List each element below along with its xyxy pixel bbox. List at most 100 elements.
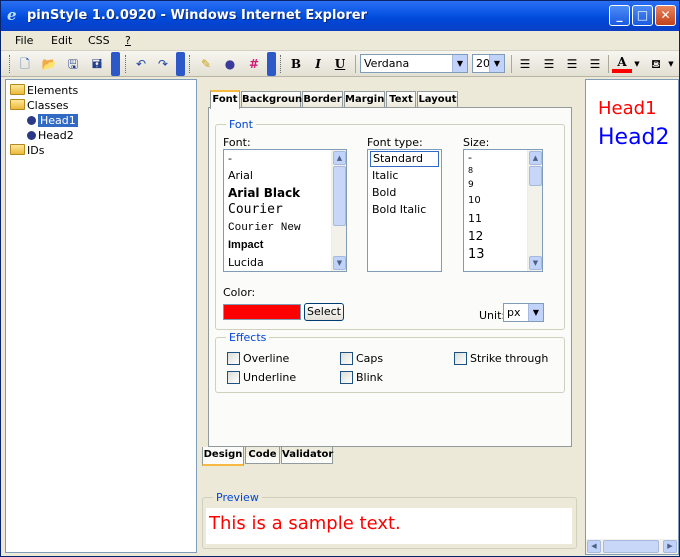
tab-validator[interactable]: Validator: [281, 447, 333, 464]
list-item[interactable]: 12: [468, 229, 483, 243]
toolbar-grip[interactable]: [9, 55, 12, 73]
horizontal-scrollbar[interactable]: ◀ ▶: [586, 539, 678, 554]
list-item[interactable]: Bold: [372, 186, 396, 199]
redo-button[interactable]: ↷: [153, 54, 173, 74]
list-item[interactable]: Arial Black: [228, 186, 300, 200]
chevron-down-icon[interactable]: ▼: [528, 304, 543, 321]
list-item[interactable]: 9: [468, 180, 474, 190]
list-item[interactable]: -: [228, 152, 232, 165]
scroll-thumb[interactable]: [333, 166, 346, 226]
tree-item-head1[interactable]: Head1: [27, 114, 78, 128]
toolbar-grip[interactable]: [125, 55, 128, 73]
tab-font[interactable]: Font: [210, 90, 240, 109]
toolbar-grip[interactable]: [280, 55, 283, 73]
tab-text[interactable]: Text: [386, 91, 416, 108]
list-item[interactable]: Bold Italic: [372, 203, 426, 216]
list-item[interactable]: 10: [468, 195, 481, 206]
size-list[interactable]: - 8 9 10 11 12 13 ▲ ▼: [463, 149, 543, 272]
tab-background[interactable]: Background: [241, 91, 309, 108]
new-file-button[interactable]: 🗋: [15, 54, 35, 74]
font-list[interactable]: - Arial Arial Black Courier Courier New …: [223, 149, 347, 272]
save-as-icon: 🖬: [91, 57, 103, 71]
blink-checkbox[interactable]: Blink: [340, 371, 383, 384]
close-button[interactable]: ✕: [655, 5, 676, 26]
tab-margin[interactable]: Margin: [344, 91, 385, 108]
toolbar-grip[interactable]: [189, 55, 192, 73]
scroll-thumb[interactable]: [603, 540, 659, 553]
font-color-button[interactable]: A: [612, 54, 632, 73]
toolbar-divider-band: [267, 52, 276, 76]
unit-select[interactable]: px ▼: [503, 303, 544, 322]
list-item-selected[interactable]: Standard: [370, 151, 439, 167]
tree-item-elements[interactable]: Elements: [10, 84, 78, 98]
align-center-button[interactable]: ☰: [539, 54, 559, 74]
scroll-left-icon[interactable]: ◀: [587, 540, 601, 553]
list-item[interactable]: Italic: [372, 169, 398, 182]
title-bar[interactable]: e pinStyle 1.0.0920 - Windows Internet E…: [1, 1, 679, 31]
add-class-button[interactable]: ●: [220, 54, 240, 74]
open-button[interactable]: 📂: [39, 54, 59, 74]
scroll-down-icon[interactable]: ▼: [333, 256, 346, 270]
checkbox-icon[interactable]: [227, 371, 240, 384]
list-item[interactable]: Lucida: [228, 256, 264, 269]
list-item[interactable]: Courier New: [228, 222, 301, 234]
list-item[interactable]: -: [468, 151, 472, 164]
color-swatch[interactable]: [223, 304, 301, 320]
chevron-down-icon[interactable]: ▼: [489, 55, 504, 72]
menu-help[interactable]: ?: [125, 34, 131, 47]
checkbox-icon[interactable]: [340, 352, 353, 365]
chevron-down-icon[interactable]: ▼: [666, 54, 676, 74]
select-color-button[interactable]: Select: [304, 303, 344, 321]
maximize-button[interactable]: □: [632, 5, 653, 26]
tab-layout[interactable]: Layout: [417, 91, 458, 108]
tab-code[interactable]: Code: [245, 447, 280, 464]
underline-checkbox[interactable]: Underline: [227, 371, 296, 384]
align-left-button[interactable]: ☰: [515, 54, 535, 74]
justify-button[interactable]: ☰: [585, 54, 605, 74]
scroll-right-icon[interactable]: ▶: [663, 540, 677, 553]
checkbox-icon[interactable]: [340, 371, 353, 384]
underline-button[interactable]: U: [330, 54, 350, 74]
font-type-list[interactable]: Standard Italic Bold Bold Italic: [367, 149, 442, 272]
chevron-down-icon[interactable]: ▼: [452, 55, 467, 72]
list-item[interactable]: Impact: [228, 239, 263, 251]
font-size-select[interactable]: 20 ▼: [472, 54, 505, 73]
scroll-thumb[interactable]: [529, 166, 542, 186]
list-item[interactable]: Arial: [228, 169, 253, 182]
caps-checkbox[interactable]: Caps: [340, 352, 383, 365]
tree-item-ids[interactable]: IDs: [10, 144, 44, 158]
scroll-up-icon[interactable]: ▲: [529, 151, 542, 165]
list-item[interactable]: 13: [468, 247, 485, 262]
tab-design[interactable]: Design: [202, 447, 244, 466]
tab-border[interactable]: Border: [302, 91, 343, 108]
tree-item-classes[interactable]: Classes: [10, 99, 68, 113]
list-item[interactable]: 11: [468, 212, 482, 225]
minimize-button[interactable]: _: [609, 5, 630, 26]
fill-color-button[interactable]: ⛾: [646, 54, 666, 74]
checkbox-icon[interactable]: [227, 352, 240, 365]
menu-edit[interactable]: Edit: [51, 34, 72, 47]
save-button[interactable]: 🖫: [63, 54, 83, 74]
undo-button[interactable]: ↶: [131, 54, 151, 74]
scroll-up-icon[interactable]: ▲: [333, 151, 346, 165]
add-element-button[interactable]: ✎: [196, 54, 216, 74]
effects-group: Effects Overline Caps Strike through Und…: [215, 331, 565, 393]
font-list-scrollbar[interactable]: ▲ ▼: [331, 150, 346, 271]
font-family-select[interactable]: Verdana ▼: [360, 54, 468, 73]
menu-file[interactable]: File: [15, 34, 33, 47]
strike-through-checkbox[interactable]: Strike through: [454, 352, 548, 365]
bold-button[interactable]: B: [286, 54, 306, 74]
list-item[interactable]: 8: [468, 166, 473, 175]
checkbox-icon[interactable]: [454, 352, 467, 365]
align-right-button[interactable]: ☰: [562, 54, 582, 74]
chevron-down-icon[interactable]: ▼: [632, 54, 642, 74]
overline-checkbox[interactable]: Overline: [227, 352, 289, 365]
menu-css[interactable]: CSS: [88, 34, 110, 47]
italic-button[interactable]: I: [308, 54, 328, 74]
add-id-button[interactable]: #: [244, 54, 264, 74]
scroll-down-icon[interactable]: ▼: [529, 256, 542, 270]
list-item[interactable]: Courier: [228, 202, 283, 217]
tree-item-head2[interactable]: Head2: [27, 129, 74, 143]
size-list-scrollbar[interactable]: ▲ ▼: [527, 150, 542, 271]
save-as-button[interactable]: 🖬: [87, 54, 107, 74]
